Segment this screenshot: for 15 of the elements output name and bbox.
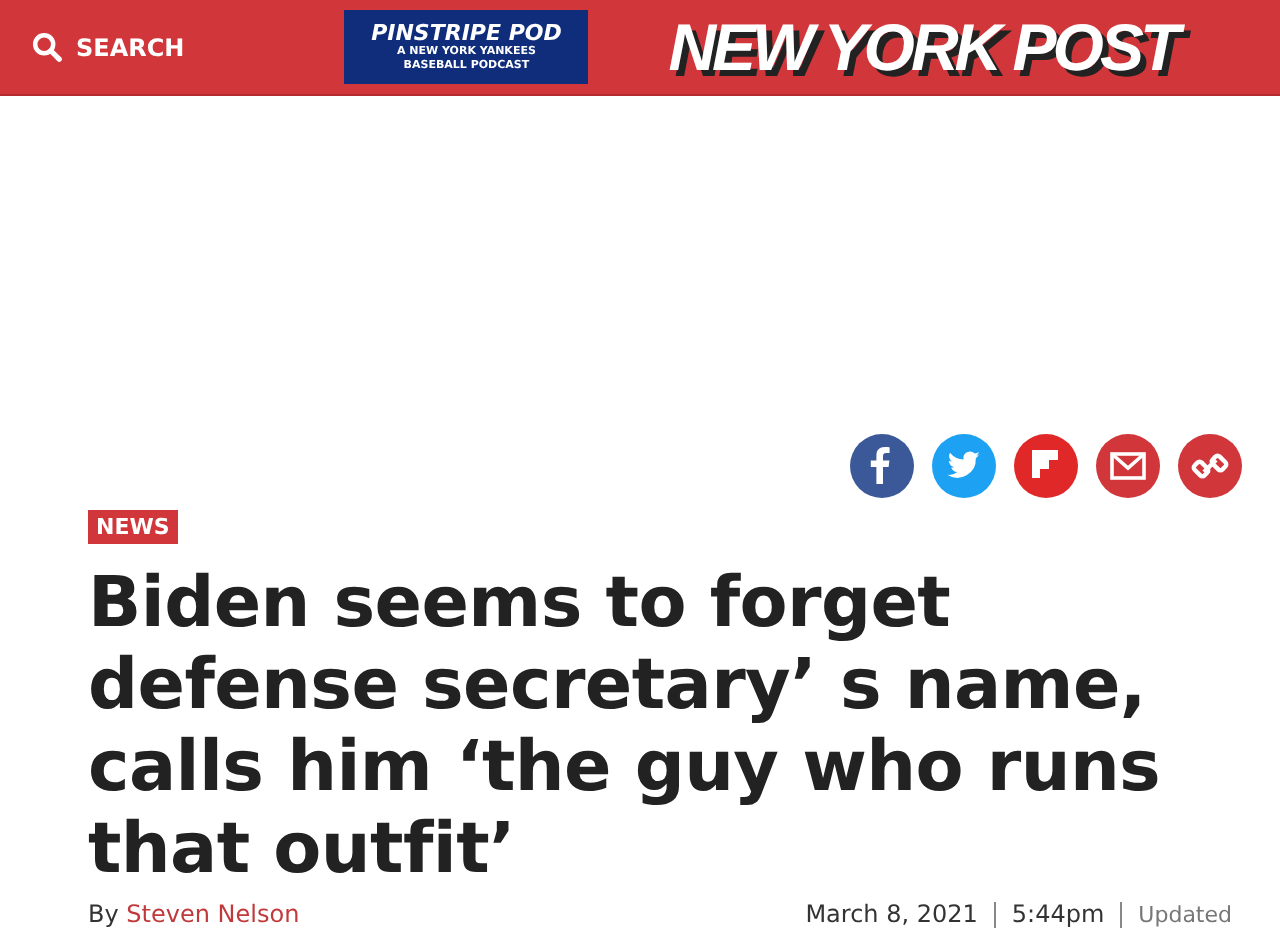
byline-prefix: By — [88, 900, 119, 928]
facebook-icon[interactable] — [848, 432, 916, 500]
flipboard-icon[interactable] — [1012, 432, 1080, 500]
author-link[interactable]: Steven Nelson — [126, 900, 300, 928]
headline: Biden seems to forget defense secretary’ s name, calls him ‘the guy who runs that outfit’ — [88, 564, 1163, 892]
search-button[interactable]: SEARCH — [32, 32, 185, 62]
chain-link-icon[interactable] — [1176, 432, 1244, 500]
updated-label: Updated — [1138, 901, 1232, 927]
section-tag[interactable]: NEWS — [88, 510, 178, 544]
banner-title: PINSTRIPE POD — [371, 20, 562, 46]
envelope-icon[interactable] — [1094, 432, 1162, 500]
publish-time: 5:44pm — [1011, 900, 1105, 928]
bird-icon[interactable] — [930, 432, 998, 500]
publish-date: March 8, 2021 — [805, 900, 978, 928]
search-icon[interactable] — [32, 32, 62, 62]
